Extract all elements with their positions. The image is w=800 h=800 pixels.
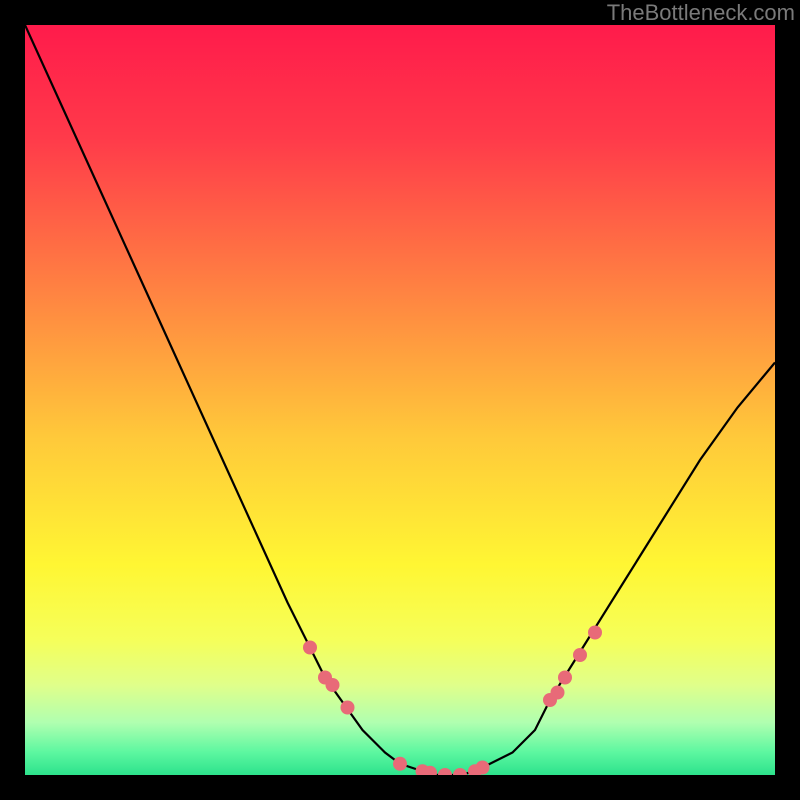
data-marker [558, 671, 572, 685]
data-marker [588, 626, 602, 640]
gradient-background [25, 25, 775, 775]
data-marker [393, 757, 407, 771]
data-marker [573, 648, 587, 662]
chart-svg [25, 25, 775, 775]
data-marker [303, 641, 317, 655]
plot-area [25, 25, 775, 775]
data-marker [551, 686, 565, 700]
data-marker [326, 678, 340, 692]
data-marker [341, 701, 355, 715]
watermark-text: TheBottleneck.com [607, 0, 795, 26]
data-marker [476, 761, 490, 775]
chart-container: TheBottleneck.com [0, 0, 800, 800]
